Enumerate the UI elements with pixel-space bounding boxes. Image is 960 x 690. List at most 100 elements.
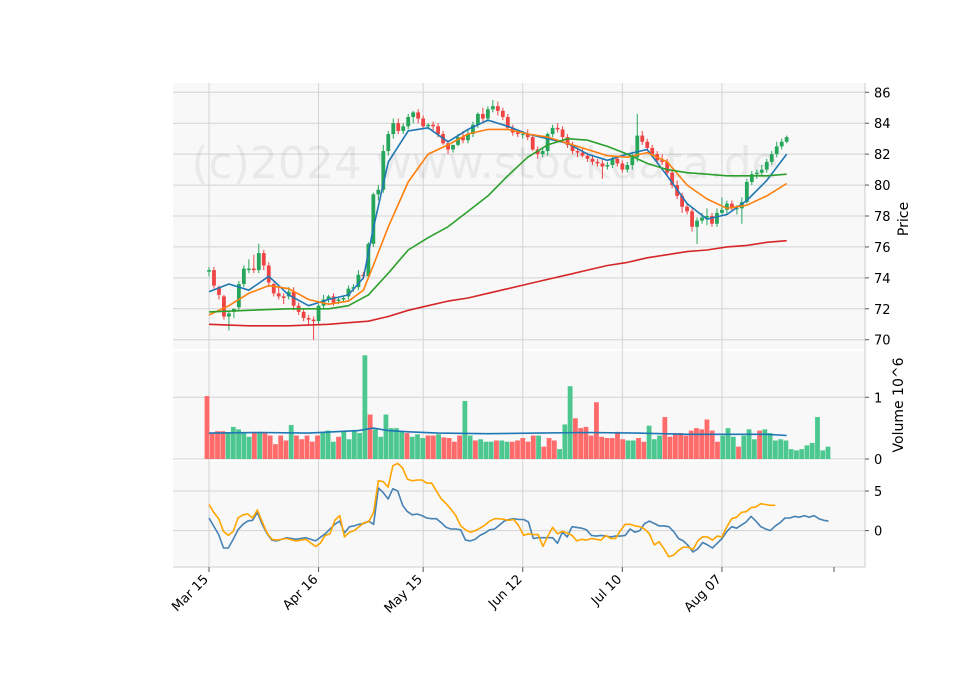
volume-bar: [515, 440, 520, 459]
candle-body: [281, 296, 286, 298]
volume-bar: [772, 440, 778, 459]
candle-body: [550, 127, 555, 135]
volume-bar: [625, 440, 631, 459]
volume-bar: [546, 438, 552, 459]
volume-bar: [209, 433, 215, 459]
candle-body: [695, 220, 699, 227]
candle-body: [485, 109, 490, 119]
y-tick-label: 0: [874, 453, 882, 468]
y-tick-label: 1: [874, 391, 882, 406]
candle-body: [600, 163, 605, 167]
volume-bar: [257, 431, 263, 459]
volume-bar: [357, 433, 363, 459]
candle-body: [645, 141, 650, 148]
volume-bar: [488, 441, 494, 459]
volume-bar: [378, 436, 384, 459]
volume-bar: [615, 431, 620, 459]
volume-bar: [562, 424, 568, 459]
y-tick-label: 86: [874, 86, 891, 101]
volume-bar: [336, 436, 341, 459]
y-tick-label: 80: [874, 179, 891, 194]
candle-body: [391, 123, 396, 135]
volume-bar: [794, 450, 799, 459]
candle-body: [207, 270, 211, 272]
candle-body: [411, 112, 416, 118]
volume-bar: [320, 431, 326, 459]
volume-bar: [520, 438, 526, 459]
candle-body: [605, 164, 610, 167]
candle-body: [700, 217, 704, 221]
volume-bar: [567, 386, 573, 459]
volume-bar: [215, 431, 220, 459]
volume-bar: [551, 440, 557, 459]
volume-bar: [778, 439, 784, 459]
y-tick-label: 82: [874, 148, 891, 163]
volume-bar: [720, 435, 726, 459]
volume-bar: [662, 417, 668, 459]
candle-body: [376, 189, 381, 195]
volume-bar: [499, 440, 505, 459]
volume-bar: [394, 428, 399, 459]
volume-bar: [704, 419, 710, 459]
volume-bar: [220, 431, 226, 459]
stock-chart: (c)2024 www.stockdata.de 70 72 74 76 78 80 82 8…: [169, 83, 912, 616]
volume-bar: [325, 430, 331, 459]
volume-bar: [351, 430, 357, 459]
volume-bar: [678, 433, 684, 459]
volume-bar: [572, 418, 578, 459]
candle-body: [620, 163, 625, 170]
volume-bar: [346, 439, 352, 459]
candle-body: [774, 146, 779, 155]
volume-bar: [420, 438, 426, 459]
volume-bar: [751, 439, 757, 459]
y-tick-label: 78: [874, 210, 891, 225]
volume-bar: [373, 429, 378, 459]
volume-bar: [557, 449, 563, 459]
volume-bar: [825, 446, 831, 459]
candle-body: [336, 299, 341, 302]
panel-background-2: [173, 461, 865, 567]
volume-bar: [672, 433, 678, 459]
volume-bar: [283, 440, 289, 459]
candle-body: [476, 113, 480, 125]
volume-bar: [330, 441, 336, 459]
volume-bar: [436, 434, 441, 459]
candle-body: [764, 161, 769, 170]
candle-body: [590, 158, 595, 162]
candle-body: [520, 134, 525, 136]
volume-bar: [767, 433, 773, 459]
candle-body: [715, 212, 719, 224]
volume-bar: [399, 431, 405, 459]
volume-bar: [241, 433, 247, 459]
volume-bar: [404, 433, 410, 459]
volume-bar: [273, 444, 278, 459]
volume-bar: [467, 435, 473, 459]
candle-body: [540, 151, 545, 155]
candle-body: [266, 265, 271, 283]
volume-bar: [804, 445, 810, 459]
volume-bar: [230, 426, 236, 459]
candle-body: [759, 169, 764, 173]
candle-body: [640, 135, 645, 142]
volume-bar: [483, 441, 489, 459]
candle-body: [560, 129, 565, 138]
volume-bar: [278, 435, 284, 459]
volume-bar: [504, 441, 510, 459]
candle-body: [779, 141, 784, 147]
candle-body: [690, 211, 694, 227]
candle-body: [500, 110, 505, 118]
candle-body: [555, 127, 560, 130]
y-tick-labels: 70 72 74 76 78 80 82 84 86 0 1 0 5: [865, 86, 891, 540]
candle-body: [416, 112, 421, 119]
volume-bar: [525, 441, 531, 459]
x-tick-label: May 15: [382, 572, 426, 616]
y-tick-label: 74: [874, 272, 891, 287]
volume-bar: [246, 436, 252, 459]
volume-bar: [446, 438, 452, 459]
volume-bar: [204, 396, 210, 459]
candle-body: [301, 311, 306, 319]
price-axis-label: Price: [896, 202, 912, 236]
candle-body: [530, 137, 535, 150]
volume-bar: [341, 430, 347, 459]
volume-bar: [620, 439, 626, 459]
